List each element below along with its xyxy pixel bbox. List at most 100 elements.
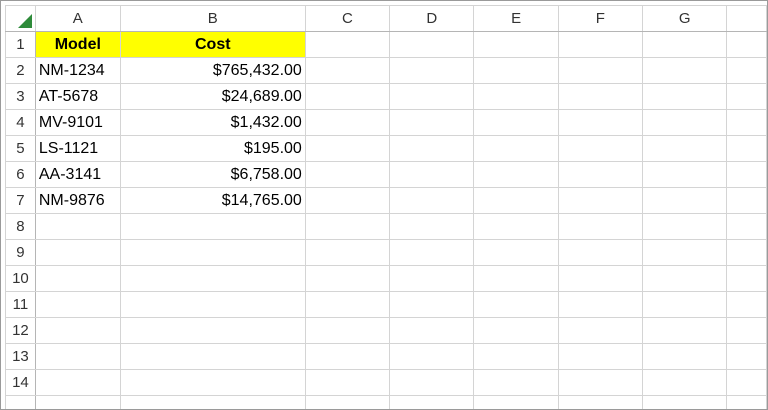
cell-model[interactable]: NM-1234 [34, 57, 121, 84]
cell[interactable] [557, 265, 644, 292]
cell[interactable] [641, 343, 728, 370]
cell[interactable] [557, 135, 644, 162]
cell[interactable] [389, 187, 475, 214]
cell[interactable] [473, 187, 559, 214]
cell[interactable] [34, 395, 121, 409]
column-header-h[interactable] [726, 5, 767, 32]
cell[interactable] [557, 317, 644, 344]
cell-cost[interactable]: $765,432.00 [119, 57, 306, 84]
cell[interactable] [34, 343, 121, 370]
cell-b1-cost-header[interactable]: Cost [119, 31, 306, 58]
cell[interactable] [557, 161, 644, 188]
cell[interactable] [473, 57, 559, 84]
cell[interactable] [473, 239, 559, 266]
cell[interactable] [119, 343, 306, 370]
cell[interactable] [557, 83, 644, 110]
cell[interactable] [641, 57, 728, 84]
cell[interactable] [641, 187, 728, 214]
cell[interactable] [389, 83, 475, 110]
cell[interactable] [726, 135, 767, 162]
cell[interactable] [389, 369, 475, 396]
cell[interactable] [473, 265, 559, 292]
cell[interactable] [473, 31, 559, 58]
cell[interactable] [389, 317, 475, 344]
cell[interactable] [473, 161, 559, 188]
cell[interactable] [557, 239, 644, 266]
cell[interactable] [389, 291, 475, 318]
column-header-c[interactable]: C [304, 5, 391, 32]
column-header-b[interactable]: B [119, 5, 306, 32]
row-header[interactable]: 7 [5, 187, 36, 214]
cell-cost[interactable]: $24,689.00 [119, 83, 306, 110]
cell-model[interactable]: AA-3141 [34, 161, 121, 188]
cell[interactable] [641, 369, 728, 396]
cell[interactable] [304, 369, 391, 396]
cell[interactable] [304, 187, 391, 214]
row-header[interactable]: 10 [5, 265, 36, 292]
cell[interactable] [726, 317, 767, 344]
cell-model[interactable]: LS-1121 [34, 135, 121, 162]
cell-cost[interactable]: $6,758.00 [119, 161, 306, 188]
cell[interactable] [473, 317, 559, 344]
cell-model[interactable]: MV-9101 [34, 109, 121, 136]
cell[interactable] [726, 83, 767, 110]
cell[interactable] [473, 291, 559, 318]
cell[interactable] [726, 291, 767, 318]
row-header[interactable]: 8 [5, 213, 36, 240]
cell[interactable] [389, 31, 475, 58]
cell[interactable] [119, 369, 306, 396]
cell[interactable] [304, 343, 391, 370]
cell[interactable] [641, 31, 728, 58]
cell-cost[interactable]: $1,432.00 [119, 109, 306, 136]
cell[interactable] [389, 109, 475, 136]
cell[interactable] [389, 57, 475, 84]
row-header[interactable]: 11 [5, 291, 36, 318]
cell[interactable] [304, 213, 391, 240]
cell[interactable] [726, 187, 767, 214]
row-header[interactable]: 14 [5, 369, 36, 396]
cell[interactable] [473, 83, 559, 110]
cell[interactable] [34, 239, 121, 266]
column-header-a[interactable]: A [34, 5, 121, 32]
cell[interactable] [304, 265, 391, 292]
cell[interactable] [473, 135, 559, 162]
cell[interactable] [726, 239, 767, 266]
cell-model[interactable]: NM-9876 [34, 187, 121, 214]
cell[interactable] [726, 57, 767, 84]
cell[interactable] [389, 395, 475, 409]
cell[interactable] [119, 395, 306, 409]
row-header[interactable]: 6 [5, 161, 36, 188]
column-header-e[interactable]: E [473, 5, 559, 32]
cell[interactable] [304, 83, 391, 110]
cell-cost[interactable]: $195.00 [119, 135, 306, 162]
cell[interactable] [34, 291, 121, 318]
cell[interactable] [119, 291, 306, 318]
cell[interactable] [304, 291, 391, 318]
cell-a1-model-header[interactable]: Model [34, 31, 121, 58]
cell[interactable] [304, 395, 391, 409]
cell[interactable] [389, 161, 475, 188]
cell[interactable] [473, 395, 559, 409]
cell[interactable] [726, 265, 767, 292]
cell[interactable] [726, 213, 767, 240]
cell[interactable] [557, 213, 644, 240]
row-header[interactable]: 5 [5, 135, 36, 162]
row-header[interactable] [5, 395, 36, 409]
cell[interactable] [389, 213, 475, 240]
cell[interactable] [557, 369, 644, 396]
cell[interactable] [473, 213, 559, 240]
row-header[interactable]: 3 [5, 83, 36, 110]
cell[interactable] [641, 395, 728, 409]
cell[interactable] [557, 31, 644, 58]
cell[interactable] [557, 57, 644, 84]
cell[interactable] [34, 369, 121, 396]
cell[interactable] [119, 213, 306, 240]
cell[interactable] [473, 343, 559, 370]
cell[interactable] [119, 239, 306, 266]
cell[interactable] [641, 291, 728, 318]
row-header[interactable]: 1 [5, 31, 36, 58]
cell[interactable] [726, 395, 767, 409]
cell[interactable] [304, 161, 391, 188]
select-all-button[interactable] [5, 5, 36, 32]
cell[interactable] [119, 265, 306, 292]
